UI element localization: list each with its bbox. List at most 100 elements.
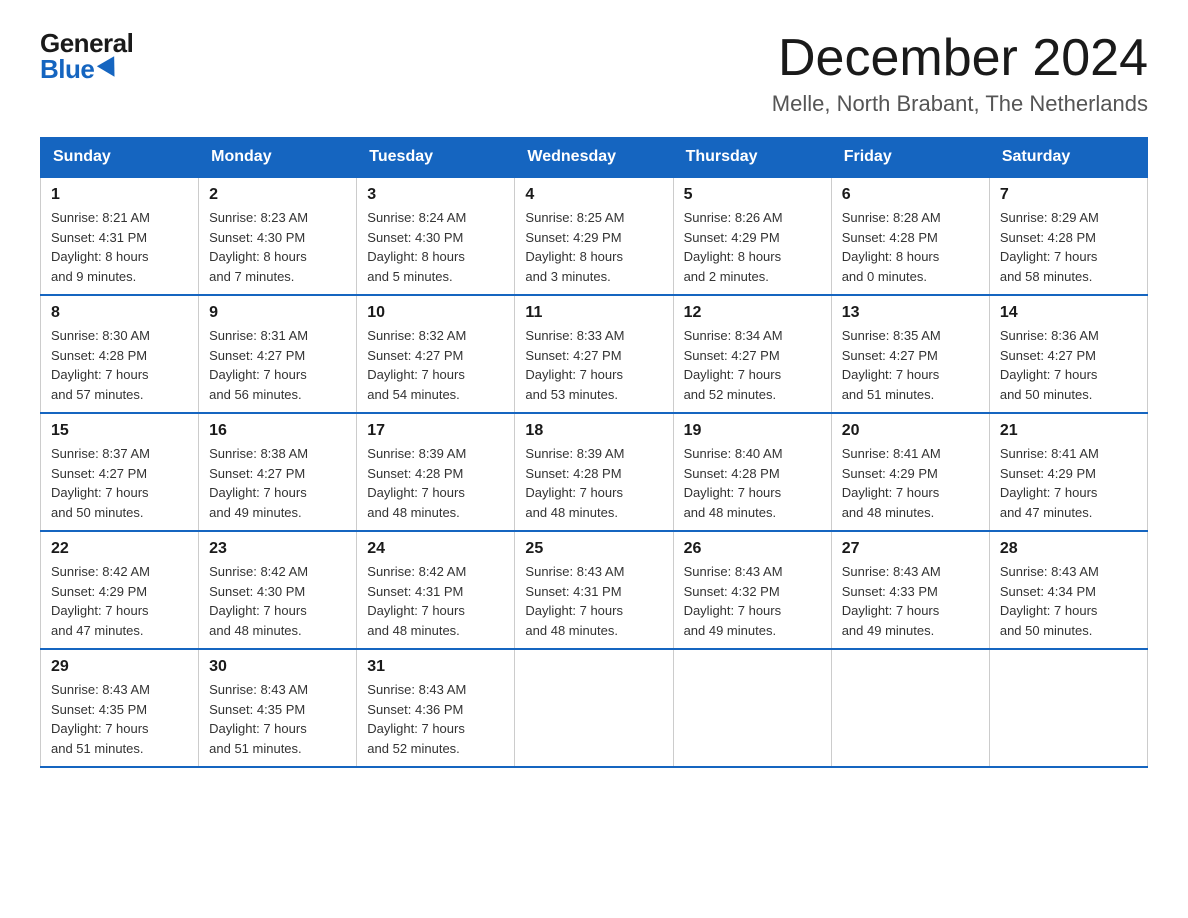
calendar-day-cell: 13Sunrise: 8:35 AM Sunset: 4:27 PM Dayli… bbox=[831, 295, 989, 413]
calendar-day-cell: 24 Sunrise: 8:42 AM Sunset: 4:31 PM Dayli… bbox=[357, 531, 515, 649]
calendar-day-cell: 22 Sunrise: 8:42 AM Sunset: 4:29 PM Dayli… bbox=[41, 531, 199, 649]
calendar-day-cell: 3Sunrise: 8:24 AM Sunset: 4:30 PM Daylig… bbox=[357, 177, 515, 295]
day-of-week-header: Friday bbox=[831, 138, 989, 178]
day-number: 24 bbox=[367, 540, 504, 558]
day-info: Sunrise: 8:34 AM Sunset: 4:27 PM Dayligh… bbox=[684, 326, 821, 404]
day-info: Sunrise: 8:41 AM Sunset: 4:29 PM Dayligh… bbox=[842, 444, 979, 522]
calendar-day-cell: 27 Sunrise: 8:43 AM Sunset: 4:33 PM Dayli… bbox=[831, 531, 989, 649]
day-info: Sunrise: 8:43 AM Sunset: 4:32 PM Dayligh… bbox=[684, 562, 821, 640]
day-number: 17 bbox=[367, 422, 504, 440]
calendar-day-cell: 30 Sunrise: 8:43 AM Sunset: 4:35 PM Dayli… bbox=[199, 649, 357, 767]
day-info: Sunrise: 8:43 AM Sunset: 4:34 PM Dayligh… bbox=[1000, 562, 1137, 640]
day-number: 28 bbox=[1000, 540, 1137, 558]
calendar-day-cell bbox=[831, 649, 989, 767]
title-area: December 2024 Melle, North Brabant, The … bbox=[772, 30, 1148, 117]
calendar-day-cell: 17 Sunrise: 8:39 AM Sunset: 4:28 PM Dayli… bbox=[357, 413, 515, 531]
calendar-day-cell: 5Sunrise: 8:26 AM Sunset: 4:29 PM Daylig… bbox=[673, 177, 831, 295]
day-of-week-header: Wednesday bbox=[515, 138, 673, 178]
calendar-header: SundayMondayTuesdayWednesdayThursdayFrid… bbox=[41, 138, 1148, 178]
day-number: 22 bbox=[51, 540, 188, 558]
day-info: Sunrise: 8:25 AM Sunset: 4:29 PM Dayligh… bbox=[525, 208, 662, 286]
calendar-day-cell: 19 Sunrise: 8:40 AM Sunset: 4:28 PM Dayli… bbox=[673, 413, 831, 531]
calendar-day-cell: 26 Sunrise: 8:43 AM Sunset: 4:32 PM Dayli… bbox=[673, 531, 831, 649]
calendar-body: 1Sunrise: 8:21 AM Sunset: 4:31 PM Daylig… bbox=[41, 177, 1148, 767]
day-info: Sunrise: 8:42 AM Sunset: 4:30 PM Dayligh… bbox=[209, 562, 346, 640]
day-info: Sunrise: 8:42 AM Sunset: 4:29 PM Dayligh… bbox=[51, 562, 188, 640]
calendar-day-cell bbox=[673, 649, 831, 767]
day-info: Sunrise: 8:21 AM Sunset: 4:31 PM Dayligh… bbox=[51, 208, 188, 286]
day-number: 29 bbox=[51, 658, 188, 676]
day-of-week-header: Sunday bbox=[41, 138, 199, 178]
day-number: 2 bbox=[209, 186, 346, 204]
calendar-day-cell: 4 Sunrise: 8:25 AM Sunset: 4:29 PM Daylig… bbox=[515, 177, 673, 295]
calendar-day-cell: 7 Sunrise: 8:29 AM Sunset: 4:28 PM Daylig… bbox=[989, 177, 1147, 295]
day-info: Sunrise: 8:29 AM Sunset: 4:28 PM Dayligh… bbox=[1000, 208, 1137, 286]
day-number: 18 bbox=[525, 422, 662, 440]
day-number: 21 bbox=[1000, 422, 1137, 440]
day-number: 16 bbox=[209, 422, 346, 440]
day-number: 10 bbox=[367, 304, 504, 322]
day-info: Sunrise: 8:32 AM Sunset: 4:27 PM Dayligh… bbox=[367, 326, 504, 404]
logo: General Blue bbox=[40, 30, 133, 82]
day-info: Sunrise: 8:43 AM Sunset: 4:36 PM Dayligh… bbox=[367, 680, 504, 758]
calendar-day-cell: 31 Sunrise: 8:43 AM Sunset: 4:36 PM Dayli… bbox=[357, 649, 515, 767]
calendar-day-cell: 11Sunrise: 8:33 AM Sunset: 4:27 PM Dayli… bbox=[515, 295, 673, 413]
day-number: 5 bbox=[684, 186, 821, 204]
logo-general-text: General bbox=[40, 30, 133, 56]
day-info: Sunrise: 8:43 AM Sunset: 4:35 PM Dayligh… bbox=[209, 680, 346, 758]
month-year-title: December 2024 bbox=[772, 30, 1148, 87]
day-info: Sunrise: 8:39 AM Sunset: 4:28 PM Dayligh… bbox=[367, 444, 504, 522]
day-info: Sunrise: 8:38 AM Sunset: 4:27 PM Dayligh… bbox=[209, 444, 346, 522]
day-number: 19 bbox=[684, 422, 821, 440]
calendar-day-cell: 8Sunrise: 8:30 AM Sunset: 4:28 PM Daylig… bbox=[41, 295, 199, 413]
day-info: Sunrise: 8:37 AM Sunset: 4:27 PM Dayligh… bbox=[51, 444, 188, 522]
header-row: SundayMondayTuesdayWednesdayThursdayFrid… bbox=[41, 138, 1148, 178]
calendar-week-row: 8Sunrise: 8:30 AM Sunset: 4:28 PM Daylig… bbox=[41, 295, 1148, 413]
location-subtitle: Melle, North Brabant, The Netherlands bbox=[772, 91, 1148, 117]
day-number: 12 bbox=[684, 304, 821, 322]
day-info: Sunrise: 8:23 AM Sunset: 4:30 PM Dayligh… bbox=[209, 208, 346, 286]
calendar-week-row: 1Sunrise: 8:21 AM Sunset: 4:31 PM Daylig… bbox=[41, 177, 1148, 295]
day-info: Sunrise: 8:35 AM Sunset: 4:27 PM Dayligh… bbox=[842, 326, 979, 404]
day-info: Sunrise: 8:42 AM Sunset: 4:31 PM Dayligh… bbox=[367, 562, 504, 640]
calendar-day-cell: 23 Sunrise: 8:42 AM Sunset: 4:30 PM Dayli… bbox=[199, 531, 357, 649]
day-number: 7 bbox=[1000, 186, 1137, 204]
day-info: Sunrise: 8:36 AM Sunset: 4:27 PM Dayligh… bbox=[1000, 326, 1137, 404]
calendar-week-row: 22 Sunrise: 8:42 AM Sunset: 4:29 PM Dayli… bbox=[41, 531, 1148, 649]
calendar-day-cell: 18 Sunrise: 8:39 AM Sunset: 4:28 PM Dayli… bbox=[515, 413, 673, 531]
day-number: 27 bbox=[842, 540, 979, 558]
calendar-day-cell bbox=[515, 649, 673, 767]
day-info: Sunrise: 8:40 AM Sunset: 4:28 PM Dayligh… bbox=[684, 444, 821, 522]
day-info: Sunrise: 8:31 AM Sunset: 4:27 PM Dayligh… bbox=[209, 326, 346, 404]
day-info: Sunrise: 8:43 AM Sunset: 4:35 PM Dayligh… bbox=[51, 680, 188, 758]
calendar-day-cell bbox=[989, 649, 1147, 767]
day-number: 30 bbox=[209, 658, 346, 676]
logo-blue-text: Blue bbox=[40, 56, 133, 82]
day-of-week-header: Tuesday bbox=[357, 138, 515, 178]
day-number: 23 bbox=[209, 540, 346, 558]
calendar-day-cell: 20 Sunrise: 8:41 AM Sunset: 4:29 PM Dayli… bbox=[831, 413, 989, 531]
calendar-day-cell: 12 Sunrise: 8:34 AM Sunset: 4:27 PM Dayli… bbox=[673, 295, 831, 413]
day-number: 4 bbox=[525, 186, 662, 204]
day-of-week-header: Saturday bbox=[989, 138, 1147, 178]
day-info: Sunrise: 8:24 AM Sunset: 4:30 PM Dayligh… bbox=[367, 208, 504, 286]
day-info: Sunrise: 8:43 AM Sunset: 4:31 PM Dayligh… bbox=[525, 562, 662, 640]
day-number: 25 bbox=[525, 540, 662, 558]
calendar-day-cell: 28 Sunrise: 8:43 AM Sunset: 4:34 PM Dayli… bbox=[989, 531, 1147, 649]
day-info: Sunrise: 8:39 AM Sunset: 4:28 PM Dayligh… bbox=[525, 444, 662, 522]
calendar-day-cell: 29 Sunrise: 8:43 AM Sunset: 4:35 PM Dayli… bbox=[41, 649, 199, 767]
day-number: 14 bbox=[1000, 304, 1137, 322]
calendar-day-cell: 14 Sunrise: 8:36 AM Sunset: 4:27 PM Dayli… bbox=[989, 295, 1147, 413]
day-info: Sunrise: 8:33 AM Sunset: 4:27 PM Dayligh… bbox=[525, 326, 662, 404]
day-info: Sunrise: 8:43 AM Sunset: 4:33 PM Dayligh… bbox=[842, 562, 979, 640]
day-number: 26 bbox=[684, 540, 821, 558]
day-number: 8 bbox=[51, 304, 188, 322]
day-number: 20 bbox=[842, 422, 979, 440]
calendar-day-cell: 6Sunrise: 8:28 AM Sunset: 4:28 PM Daylig… bbox=[831, 177, 989, 295]
calendar-day-cell: 2 Sunrise: 8:23 AM Sunset: 4:30 PM Daylig… bbox=[199, 177, 357, 295]
day-of-week-header: Monday bbox=[199, 138, 357, 178]
day-info: Sunrise: 8:41 AM Sunset: 4:29 PM Dayligh… bbox=[1000, 444, 1137, 522]
day-of-week-header: Thursday bbox=[673, 138, 831, 178]
day-number: 31 bbox=[367, 658, 504, 676]
calendar-day-cell: 9Sunrise: 8:31 AM Sunset: 4:27 PM Daylig… bbox=[199, 295, 357, 413]
